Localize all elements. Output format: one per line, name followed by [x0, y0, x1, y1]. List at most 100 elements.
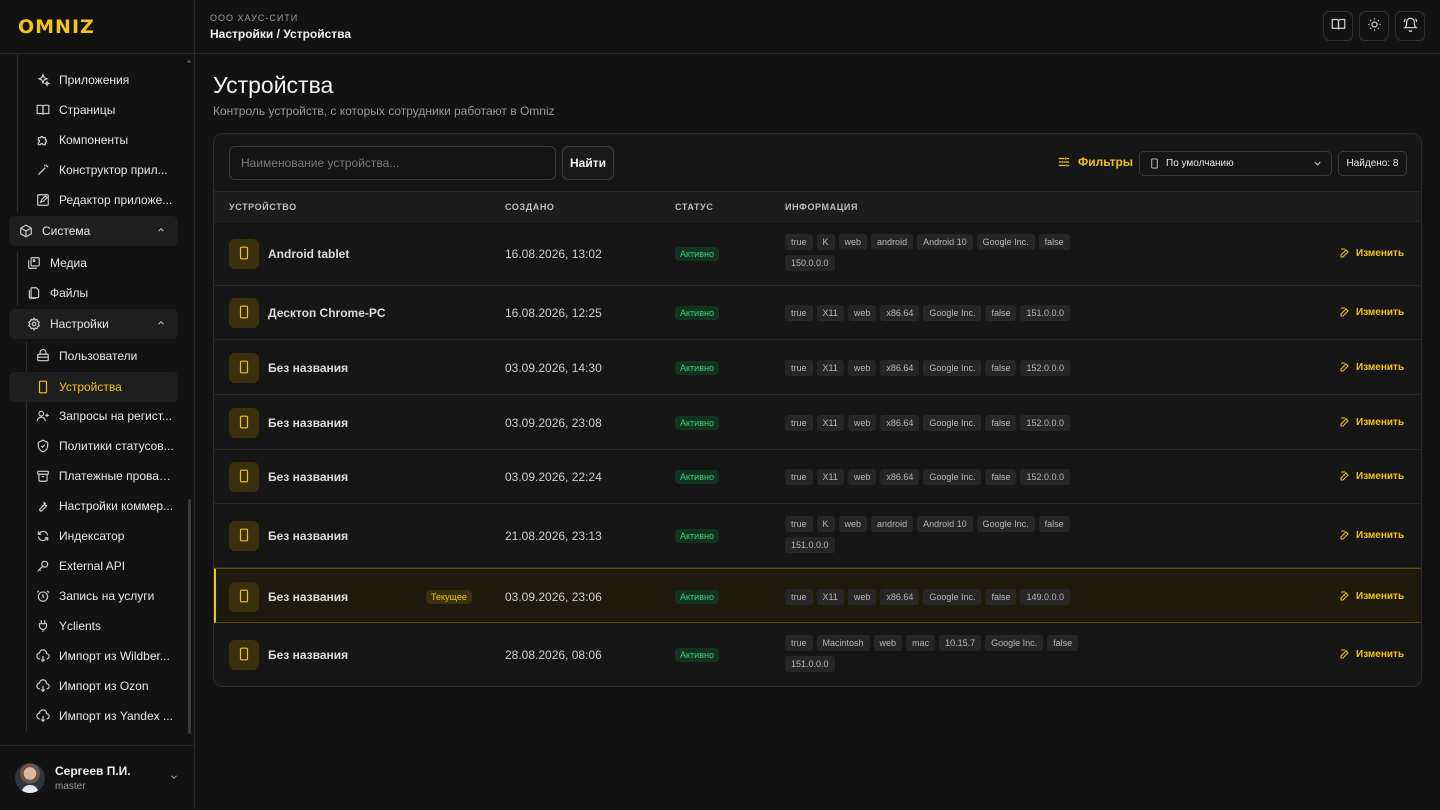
page-title: Устройства	[213, 72, 334, 98]
info-tag: x86.64	[880, 305, 920, 321]
edit-button[interactable]: Изменить	[1339, 361, 1404, 373]
sidebar-scrollbar[interactable]	[188, 499, 191, 734]
table-row[interactable]: Без названия 03.09.2026, 23:08 Активно true…	[214, 395, 1421, 450]
sidebar-group-settings[interactable]: Настройки	[9, 309, 178, 339]
status-badge: Активно	[675, 470, 719, 484]
sidebar-item-import-yandex[interactable]: Импорт из Yandex ...	[35, 702, 175, 730]
info-tag: 152.0.0.0	[1020, 469, 1071, 485]
book-button[interactable]	[1323, 11, 1353, 41]
archive-icon	[35, 468, 51, 484]
info-tag: X11	[816, 360, 844, 376]
sidebar-item-indexer[interactable]: Индексатор	[35, 522, 124, 550]
user-menu[interactable]: Сергеев П.И. master	[0, 745, 195, 810]
column-header-device: УСТРОЙСТВО	[229, 202, 297, 212]
sidebar-item-registration-requests[interactable]: Запросы на регист...	[35, 402, 175, 430]
find-button[interactable]: Найти	[562, 146, 614, 180]
sidebar-item-label: Файлы	[50, 286, 89, 300]
smartphone-icon	[237, 305, 251, 322]
created-date: 03.09.2026, 23:08	[505, 416, 602, 430]
info-tag: 150.0.0.0	[785, 255, 835, 271]
device-name: Без названия	[268, 470, 349, 484]
edit-label: Изменить	[1356, 529, 1405, 541]
sidebar-item-label: Платежные провай...	[58, 469, 175, 483]
notifications-button[interactable]	[1395, 11, 1425, 41]
edit-button[interactable]: Изменить	[1339, 247, 1404, 259]
sidebar-item-label: Yclients	[59, 619, 102, 633]
table-row[interactable]: Android tablet 16.08.2026, 13:02 Активно tr…	[214, 222, 1421, 286]
sidebar-item-devices[interactable]: Устройства	[35, 373, 122, 401]
chevron-down-icon[interactable]	[169, 772, 179, 785]
chevron-up-icon[interactable]	[156, 224, 166, 238]
key-icon	[35, 558, 51, 574]
sidebar-item-pages[interactable]: Страницы	[35, 96, 115, 124]
table-row[interactable]: Десктоп Chrome-PC 16.08.2026, 12:25 Активн…	[214, 286, 1421, 340]
info-tag: false	[985, 415, 1017, 431]
table-row[interactable]: Без названия 28.08.2026, 08:06 Активно true…	[214, 623, 1421, 686]
sidebar-item-external-api[interactable]: External API	[35, 552, 125, 580]
device-name: Android tablet	[268, 247, 350, 261]
device-icon-tile	[229, 640, 259, 670]
info-tag: false	[985, 305, 1017, 321]
sidebar-item-payment-providers[interactable]: Платежные провай...	[35, 462, 175, 490]
sidebar-item-app-builder[interactable]: Конструктор прил...	[35, 156, 175, 184]
sidebar-item-label: Импорт из Yandex ...	[59, 709, 173, 723]
sidebar-item-files[interactable]: Файлы	[26, 279, 88, 307]
status-badge: Активно	[675, 590, 719, 604]
edit-button[interactable]: Изменить	[1339, 416, 1404, 428]
chevron-down-icon	[1312, 158, 1323, 169]
sidebar-item-import-wildberries[interactable]: Импорт из Wildber...	[35, 642, 175, 670]
table-row-current[interactable]: Без названия Текущее 03.09.2026, 23:06 Акти…	[214, 568, 1421, 623]
sidebar-item-status-policies[interactable]: Политики статусов...	[35, 432, 175, 460]
sidebar-item-app-editor[interactable]: Редактор приложе...	[35, 186, 175, 214]
sidebar-item-import-ozon[interactable]: Импорт из Ozon	[35, 672, 149, 700]
sidebar-item-users[interactable]: Пользователи	[35, 342, 137, 370]
edit-icon	[1339, 361, 1351, 373]
created-date: 03.09.2026, 23:06	[505, 590, 602, 604]
sidebar-item-yclients[interactable]: Yclients	[35, 612, 101, 640]
sidebar-item-label: Импорт из Wildber...	[59, 649, 170, 663]
info-tag: X11	[816, 415, 844, 431]
sidebar-item-service-booking[interactable]: Запись на услуги	[35, 582, 154, 610]
smartphone-icon	[35, 379, 51, 395]
edit-button[interactable]: Изменить	[1339, 470, 1404, 482]
edit-button[interactable]: Изменить	[1339, 306, 1404, 318]
table-row[interactable]: Без названия 03.09.2026, 14:30 Активно true…	[214, 340, 1421, 395]
device-info: true X11 web x86.64 Google Inc. false 152.0.0.…	[785, 469, 1085, 485]
sidebar-item-label: Конструктор прил...	[59, 163, 168, 177]
top-bar: ООО ХАУС-СИТИ Настройки / Устройства	[195, 0, 1440, 54]
edit-button[interactable]: Изменить	[1339, 648, 1404, 660]
edit-button[interactable]: Изменить	[1339, 590, 1404, 602]
device-icon-tile	[229, 582, 259, 612]
chevron-up-icon[interactable]	[156, 317, 166, 331]
edit-button[interactable]: Изменить	[1339, 529, 1404, 541]
sidebar-item-label: Пользователи	[59, 349, 138, 363]
filters-label: Фильтры	[1078, 155, 1134, 169]
sort-select[interactable]: По умолчанию	[1139, 151, 1332, 176]
scroll-up-arrow[interactable]: ▴	[187, 56, 192, 65]
user-name: Сергеев П.И.	[55, 764, 131, 778]
info-tag: 151.0.0.0	[785, 537, 835, 553]
logo[interactable]: OMNIZ	[18, 16, 95, 38]
sidebar-item-label: Приложения	[59, 73, 130, 87]
status-badge: Активно	[675, 247, 719, 261]
organization-name: ООО ХАУС-СИТИ	[210, 13, 299, 23]
settings-icon	[26, 316, 42, 332]
sidebar-item-apps[interactable]: Приложения	[35, 66, 129, 94]
table-row[interactable]: Без названия 03.09.2026, 22:24 Активно true…	[214, 450, 1421, 504]
table-row[interactable]: Без названия 21.08.2026, 23:13 Активно true…	[214, 504, 1421, 568]
files-icon	[26, 285, 42, 301]
info-tag: x86.64	[880, 415, 920, 431]
filters-button[interactable]: Фильтры	[1057, 155, 1133, 169]
tree-line	[17, 252, 18, 306]
theme-toggle-button[interactable]	[1359, 11, 1389, 41]
sun-icon	[1367, 17, 1382, 35]
sidebar-nav[interactable]: ▴ Приложения Страницы Компоненты Констру…	[0, 54, 195, 744]
sidebar-item-components[interactable]: Компоненты	[35, 126, 128, 154]
breadcrumb[interactable]: Настройки / Устройства	[210, 27, 351, 41]
sidebar-group-system[interactable]: Система	[9, 216, 178, 246]
sidebar-item-media[interactable]: Медиа	[26, 249, 87, 277]
search-input[interactable]	[229, 146, 556, 180]
created-date: 03.09.2026, 14:30	[505, 361, 602, 375]
avatar	[15, 763, 45, 793]
sidebar-item-commerce-settings[interactable]: Настройки коммер...	[35, 492, 175, 520]
